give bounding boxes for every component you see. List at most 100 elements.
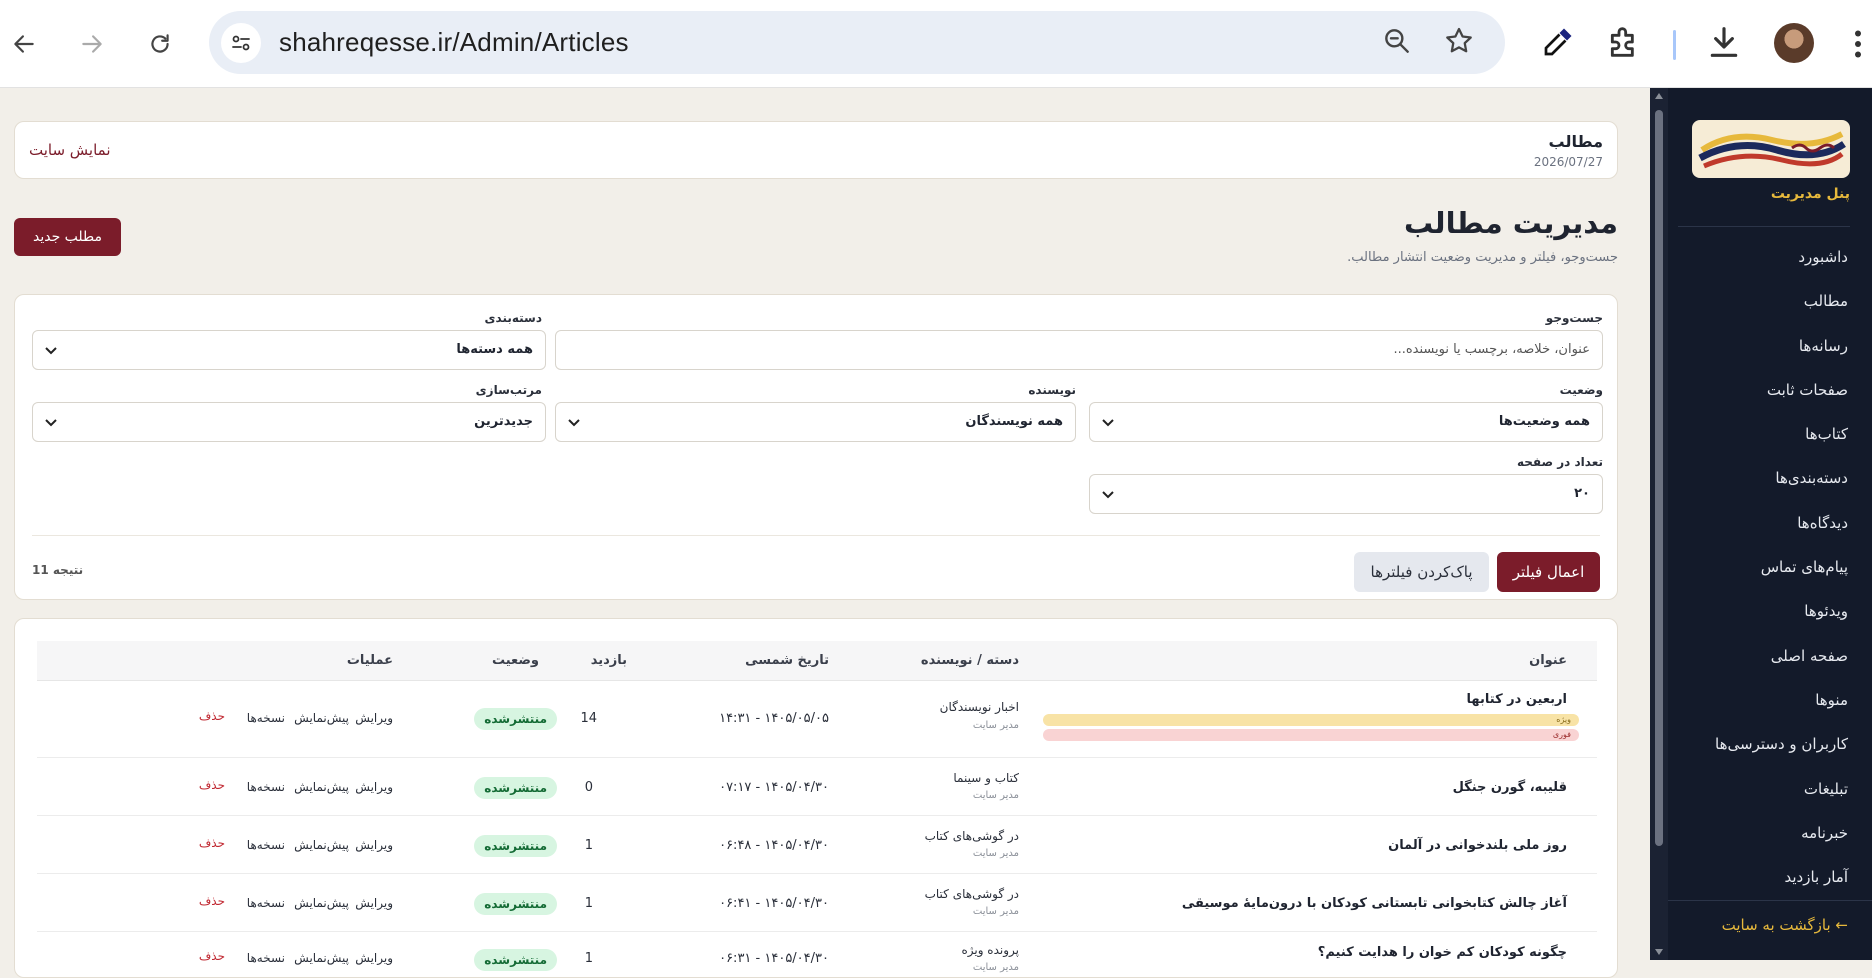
per-page-label: تعداد در صفحه [1516,455,1603,469]
versions-link[interactable]: نسخه‌ها [247,780,285,794]
article-views: 1 [584,951,593,966]
delete-link[interactable]: حذف [199,709,225,723]
edit-link[interactable]: ویرایش [355,711,393,725]
sidebar-item-static-pages[interactable]: صفحات ثابت [1715,381,1848,425]
extensions-puzzle-icon[interactable] [1604,22,1644,66]
preview-link[interactable]: پیش‌نمایش [294,711,349,725]
versions-link[interactable]: نسخه‌ها [247,896,285,910]
edit-link[interactable]: ویرایش [355,951,393,965]
table-header: عنوان دسته / نویسنده تاریخ شمسی بازدید و… [37,641,1597,681]
urgent-tag: فوری [1043,729,1579,741]
edit-link[interactable]: ویرایش [355,896,393,910]
status-badge: منتشرشده [474,949,557,971]
sidebar-item-categories[interactable]: دسته‌بندی‌ها [1715,469,1848,513]
versions-link[interactable]: نسخه‌ها [247,838,285,852]
author-select[interactable]: همه نویسندگان [555,402,1076,442]
back-to-site-link[interactable]: ← بازگشت به سایت [1722,916,1848,934]
sidebar-menu: داشبورد مطالب رسانه‌ها صفحات ثابت کتاب‌ه… [1715,248,1848,912]
sort-select[interactable]: جدیدترین [32,402,546,442]
edit-link[interactable]: ویرایش [355,780,393,794]
sidebar-item-ads[interactable]: تبلیغات [1715,780,1848,824]
table-row: روز ملی بلندخوانی در آلمان در گوشی‌های ک… [37,817,1597,874]
sidebar-item-users[interactable]: کاربران و دسترسی‌ها [1715,735,1848,779]
versions-link[interactable]: نسخه‌ها [247,711,285,725]
search-label: جست‌وجو [1545,311,1603,325]
article-date: ۱۴۰۵/۰۴/۳۰ - ۰۶:۳۱ [719,951,829,966]
author-value: همه نویسندگان [965,414,1063,429]
eyedropper-extension-icon[interactable] [1540,22,1576,66]
bookmark-star-icon[interactable] [1443,25,1475,61]
address-bar[interactable]: shahreqesse.ir/Admin/Articles [209,11,1505,74]
chevron-down-icon [45,419,57,427]
url-text[interactable]: shahreqesse.ir/Admin/Articles [279,27,629,58]
article-category: در گوشی‌های کتاب [924,829,1019,843]
article-author: مدیر سایت [972,848,1019,859]
article-title[interactable]: قلیبه، گورن جنگل [1453,780,1567,795]
site-logo[interactable] [1692,120,1850,178]
clear-filters-button[interactable]: پاک‌کردن فیلترها [1354,552,1489,592]
th-category-author: دسته / نویسنده [920,653,1019,668]
delete-link[interactable]: حذف [199,949,225,963]
sidebar-item-comments[interactable]: دیدگاه‌ها [1715,514,1848,558]
sidebar-item-videos[interactable]: ویدئوها [1715,602,1848,646]
th-actions: عملیات [346,653,393,668]
article-date: ۱۴۰۵/۰۴/۳۰ - ۰۶:۴۸ [719,838,829,853]
preview-link[interactable]: پیش‌نمایش [294,838,349,852]
search-input[interactable]: عنوان، خلاصه، برچسب یا نویسنده... [555,330,1603,370]
article-title[interactable]: آغاز چالش کتابخوانی تابستانی کودکان با د… [1182,896,1567,911]
article-author: مدیر سایت [972,790,1019,801]
sidebar-item-media[interactable]: رسانه‌ها [1715,337,1848,381]
sidebar-item-dashboard[interactable]: داشبورد [1715,248,1848,292]
sidebar-item-books[interactable]: کتاب‌ها [1715,425,1848,469]
preview-link[interactable]: پیش‌نمایش [294,780,349,794]
topbar-title: مطالب [1548,132,1603,151]
sidebar-scrollbar-thumb[interactable] [1655,110,1663,846]
per-page-value: ۲۰ [1574,486,1590,501]
delete-link[interactable]: حذف [199,894,225,908]
status-select[interactable]: همه وضعیت‌ها [1089,402,1603,442]
per-page-select[interactable]: ۲۰ [1089,474,1603,514]
article-category: کتاب و سینما [953,771,1019,785]
sidebar-item-menus[interactable]: منوها [1715,691,1848,735]
sidebar-bottom-divider [1668,900,1872,901]
table-row: آغاز چالش کتابخوانی تابستانی کودکان با د… [37,875,1597,932]
edit-link[interactable]: ویرایش [355,838,393,852]
table-row: اربعین در کتابها ویژه فوری اخبار نویسندگ… [37,682,1597,758]
toolbar-separator [1673,30,1676,60]
site-info-icon[interactable] [221,23,261,63]
article-title[interactable]: چگونه کودکان کم خوان را هدایت کنیم؟ [1318,945,1567,960]
sidebar-item-articles[interactable]: مطالب [1715,292,1848,336]
article-title[interactable]: روز ملی بلندخوانی در آلمان [1388,838,1567,853]
status-badge: منتشرشده [474,708,557,730]
view-site-link[interactable]: نمایش سایت [29,141,111,159]
reload-icon[interactable] [140,24,180,64]
th-date: تاریخ شمسی [745,653,829,668]
preview-link[interactable]: پیش‌نمایش [294,896,349,910]
article-category: در گوشی‌های کتاب [924,887,1019,901]
category-select[interactable]: همه دسته‌ها [32,330,546,370]
apply-filter-button[interactable]: اعمال فیلتر [1497,552,1600,592]
back-arrow-icon[interactable] [4,24,44,64]
new-article-button[interactable]: مطلب جدید [14,218,121,256]
versions-link[interactable]: نسخه‌ها [247,951,285,965]
preview-link[interactable]: پیش‌نمایش [294,951,349,965]
article-views: 0 [584,780,593,795]
zoom-icon[interactable] [1381,25,1413,61]
article-title[interactable]: اربعین در کتابها [1467,692,1567,707]
sidebar-item-contact-messages[interactable]: پیام‌های تماس [1715,558,1848,602]
sidebar-item-visit-stats[interactable]: آمار بازدید [1715,868,1848,912]
article-views: 1 [584,896,593,911]
sidebar-item-homepage[interactable]: صفحه اصلی [1715,647,1848,691]
download-icon[interactable] [1704,22,1744,66]
sidebar-divider [1678,226,1850,227]
profile-avatar[interactable] [1774,23,1814,63]
articles-table: عنوان دسته / نویسنده تاریخ شمسی بازدید و… [14,618,1618,978]
delete-link[interactable]: حذف [199,778,225,792]
forward-arrow-icon[interactable] [72,24,112,64]
sidebar-scrollbar[interactable] [1650,88,1668,960]
sidebar-item-newsletter[interactable]: خبرنامه [1715,824,1848,868]
delete-link[interactable]: حذف [199,836,225,850]
article-date: ۱۴۰۵/۰۵/۰۵ - ۱۴:۳۱ [719,711,829,726]
kebab-menu-icon[interactable] [1846,26,1870,66]
category-label: دسته‌بندی [484,311,542,325]
